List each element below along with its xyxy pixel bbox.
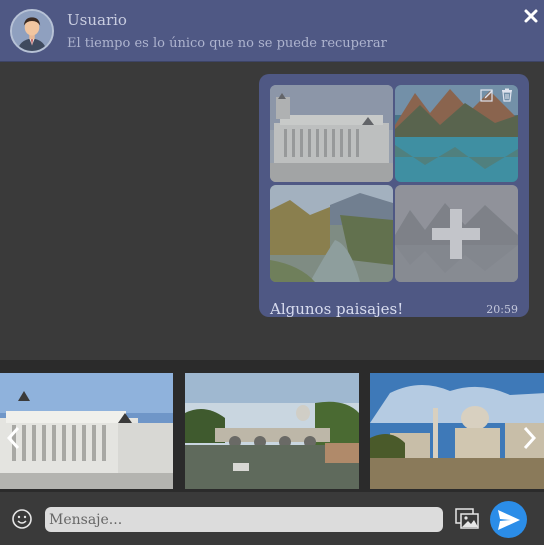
message-time: 20:59 [486, 303, 518, 316]
gallery-icon [455, 508, 479, 529]
carousel-next-button[interactable] [519, 425, 539, 451]
message-image-mountain-lake[interactable] [395, 85, 518, 182]
chat-area: Algunos paisajes! 20:59 [0, 62, 544, 360]
close-button[interactable] [521, 6, 541, 26]
chat-header: Usuario El tiempo es lo único que no se … [0, 0, 544, 62]
avatar-icon [12, 11, 52, 51]
send-button[interactable] [490, 501, 527, 538]
plus-icon[interactable] [395, 185, 518, 282]
message-input-bar [0, 492, 544, 545]
user-status: El tiempo es lo único que no se puede re… [67, 36, 387, 51]
user-name: Usuario [67, 11, 127, 29]
trash-icon[interactable] [500, 88, 514, 102]
emoji-button[interactable] [11, 508, 33, 530]
gallery-button[interactable] [455, 508, 480, 530]
message-image-misty-lake[interactable] [395, 185, 518, 282]
carousel-slide-ruins[interactable] [370, 373, 544, 489]
send-icon [498, 510, 520, 530]
message-image-monument[interactable] [270, 85, 393, 182]
carousel-prev-button[interactable] [4, 425, 24, 451]
chevron-left-icon [6, 426, 20, 450]
image-carousel [0, 360, 544, 492]
carousel-slide-monument[interactable] [0, 373, 173, 489]
edit-icon[interactable] [480, 88, 494, 102]
chevron-right-icon [523, 426, 537, 450]
close-icon [524, 9, 538, 23]
message-caption: Algunos paisajes! [270, 300, 404, 318]
carousel-slide-river-bridge[interactable] [185, 373, 359, 489]
avatar[interactable] [10, 9, 54, 53]
message-image-river-forest[interactable] [270, 185, 393, 282]
emoji-icon [12, 509, 32, 529]
message-input[interactable] [45, 507, 443, 532]
message-bubble: Algunos paisajes! 20:59 [259, 74, 529, 318]
